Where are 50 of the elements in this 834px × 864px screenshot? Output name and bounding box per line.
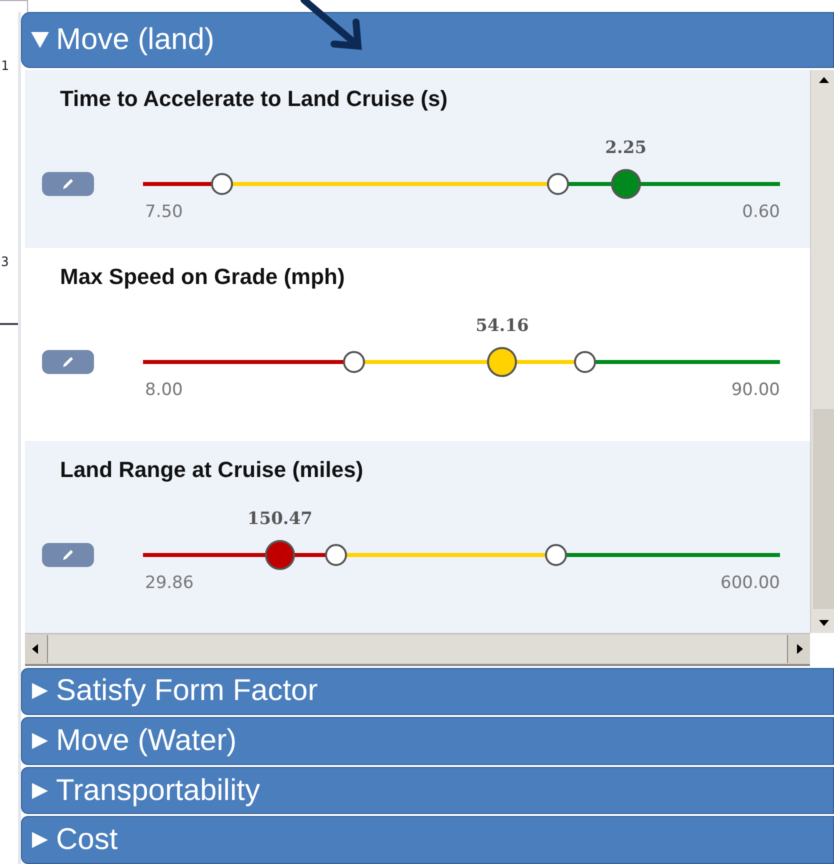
metric-title: Max Speed on Grade (mph) — [60, 264, 345, 290]
slider-thumb[interactable] — [610, 168, 641, 199]
min-value: 8.00 — [145, 380, 183, 400]
min-value: 29.86 — [145, 572, 194, 593]
section-header[interactable]: Move (Water) — [21, 717, 834, 765]
slider-value: 2.25 — [605, 138, 647, 158]
slider-thumb[interactable] — [264, 540, 295, 570]
section-header[interactable]: Satisfy Form Factor — [21, 668, 834, 716]
horizontal-scrollbar[interactable] — [25, 632, 810, 666]
section-title: Satisfy Form Factor — [56, 674, 318, 708]
section-title: Transportability — [56, 774, 260, 808]
threshold-handle[interactable] — [325, 544, 347, 566]
slider-thumb[interactable] — [487, 346, 518, 377]
vertical-scrollbar[interactable] — [810, 70, 834, 633]
up-arrow-icon[interactable] — [818, 76, 830, 84]
section-title: Move (Water) — [56, 724, 237, 758]
right-triangle-icon — [30, 681, 50, 702]
threshold-handle[interactable] — [544, 544, 567, 566]
section-header[interactable]: Move (land) — [21, 12, 834, 68]
edit-button[interactable] — [42, 542, 94, 567]
threshold-handle[interactable] — [210, 172, 233, 195]
metric-title: Time to Accelerate to Land Cruise (s) — [60, 86, 448, 112]
pencil-icon — [61, 354, 75, 369]
threshold-handle[interactable] — [574, 350, 596, 373]
right-triangle-icon — [30, 830, 50, 850]
max-value: 90.00 — [731, 380, 780, 400]
section-header[interactable]: Cost — [21, 816, 834, 864]
edit-button[interactable] — [42, 172, 94, 196]
metric-title: Land Range at Cruise (miles) — [60, 456, 364, 483]
threshold-handle[interactable] — [342, 350, 365, 373]
left-arrow-icon[interactable] — [31, 642, 39, 655]
window-text: 3 — [1, 255, 9, 270]
right-triangle-icon — [30, 780, 50, 801]
section-header[interactable]: Transportability — [21, 766, 834, 814]
section-title: Move (land) — [56, 22, 214, 57]
max-value: 600.00 — [720, 572, 780, 593]
pencil-icon — [61, 548, 75, 562]
right-arrow-icon[interactable] — [796, 642, 804, 655]
threshold-handle[interactable] — [546, 172, 569, 195]
down-triangle-icon — [30, 30, 50, 50]
right-triangle-icon — [30, 730, 50, 751]
min-value: 7.50 — [145, 202, 183, 222]
edit-button[interactable] — [42, 350, 94, 374]
section-title: Cost — [56, 823, 118, 858]
slider-value: 54.16 — [476, 316, 529, 336]
slider-value: 150.47 — [247, 508, 312, 529]
down-arrow-icon[interactable] — [818, 618, 830, 627]
max-value: 0.60 — [742, 202, 780, 222]
window-text: 1 — [1, 59, 9, 74]
pencil-icon — [61, 176, 75, 191]
